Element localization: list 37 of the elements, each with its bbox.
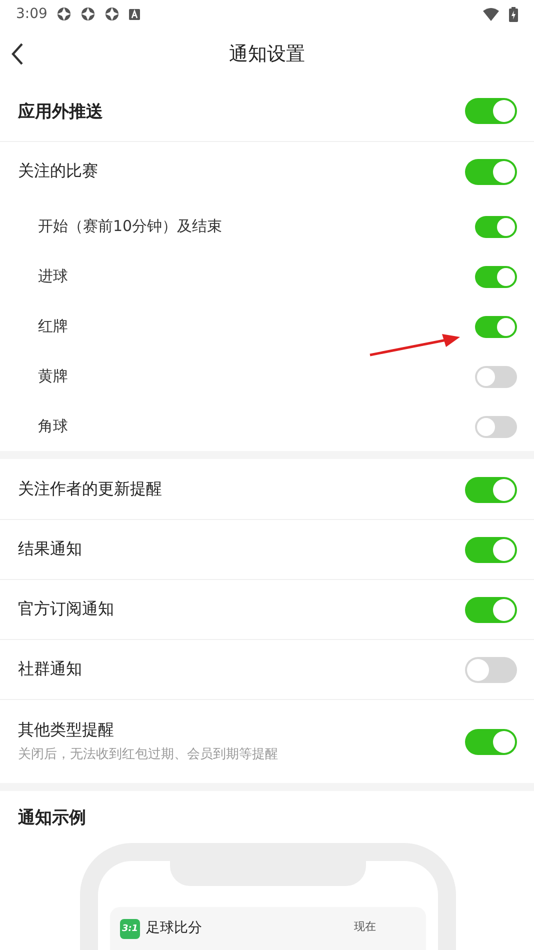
setting-label: 关注的比赛 <box>18 161 98 182</box>
toggle-switch[interactable] <box>475 316 517 338</box>
toggle-switch[interactable] <box>465 656 517 682</box>
page-title: 通知设置 <box>229 42 305 67</box>
setting-label: 红牌 <box>38 317 68 336</box>
app-name: 足球比分 <box>146 919 203 937</box>
pinwheel-icon <box>81 7 96 21</box>
status-time: 3:09 <box>16 6 48 22</box>
setting-label: 角球 <box>38 417 68 436</box>
notification-time: 现在 <box>354 919 376 934</box>
app-icon: 3:1 <box>120 919 140 939</box>
toggle-switch[interactable] <box>465 98 517 124</box>
setting-label: 结果通知 <box>18 539 82 560</box>
toggle-switch[interactable] <box>465 728 517 754</box>
setting-label: 进球 <box>38 267 68 286</box>
toggle-switch[interactable] <box>475 216 517 238</box>
toggle-switch[interactable] <box>475 266 517 288</box>
toggle-switch[interactable] <box>465 536 517 562</box>
toggle-switch[interactable] <box>465 596 517 622</box>
setting-label: 应用外推送 <box>18 100 103 122</box>
setting-label: 其他类型提醒 <box>18 720 115 741</box>
wifi-icon <box>483 8 499 20</box>
pinwheel-icon <box>105 7 120 21</box>
setting-label: 黄牌 <box>38 367 68 386</box>
keyboard-icon <box>129 8 140 20</box>
toggle-switch[interactable] <box>475 366 517 388</box>
section-title: 通知示例 <box>18 806 86 828</box>
toggle-switch[interactable] <box>475 416 517 438</box>
battery-icon <box>509 6 518 22</box>
pinwheel-icon <box>57 7 72 21</box>
setting-label: 开始（赛前10分钟）及结束 <box>38 217 222 236</box>
toggle-switch[interactable] <box>465 476 517 502</box>
toggle-switch[interactable] <box>465 158 517 184</box>
setting-label: 官方订阅通知 <box>18 599 114 620</box>
setting-description: 关闭后，无法收到红包过期、会员到期等提醒 <box>18 746 278 763</box>
setting-label: 关注作者的更新提醒 <box>18 479 162 500</box>
setting-label: 社群通知 <box>18 659 82 680</box>
